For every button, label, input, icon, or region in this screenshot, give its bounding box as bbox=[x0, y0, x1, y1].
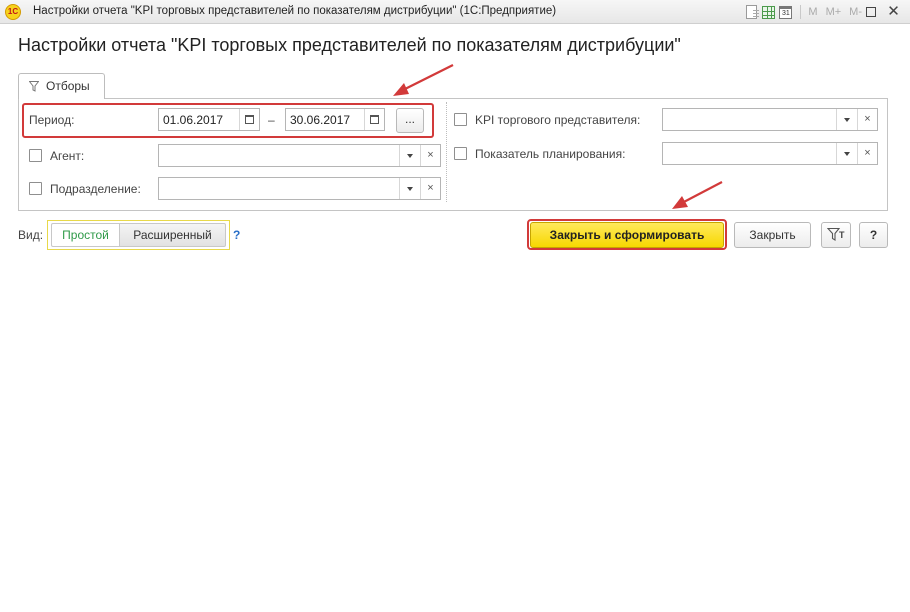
period-from-value: 01.06.2017 bbox=[163, 113, 224, 127]
view-extended-option[interactable]: Расширенный bbox=[119, 223, 226, 247]
toolbar-divider bbox=[800, 5, 802, 19]
period-to-value: 30.06.2017 bbox=[290, 113, 351, 127]
filter-icon bbox=[29, 81, 39, 92]
period-separator: – bbox=[268, 113, 275, 127]
kpi-rep-dropdown-button[interactable] bbox=[836, 109, 856, 130]
m-minus-icon[interactable]: M- bbox=[848, 4, 863, 20]
department-checkbox[interactable] bbox=[29, 182, 42, 195]
agent-clear-button[interactable]: × bbox=[420, 145, 440, 166]
window-title: Настройки отчета "KPI торговых представи… bbox=[33, 5, 557, 17]
view-label: Вид: bbox=[18, 228, 44, 242]
filters-column-divider bbox=[446, 102, 447, 202]
department-label: Подразделение: bbox=[50, 182, 141, 196]
close-and-generate-button[interactable]: Закрыть и сформировать bbox=[530, 222, 724, 248]
view-help-link[interactable]: ? bbox=[233, 228, 240, 242]
agent-label: Агент: bbox=[50, 149, 85, 163]
period-select-button[interactable]: ... bbox=[396, 108, 424, 133]
tab-filters[interactable]: Отборы bbox=[18, 73, 105, 99]
close-button[interactable]: Закрыть bbox=[734, 222, 811, 248]
tab-filters-label: Отборы bbox=[46, 79, 90, 93]
page-title: Настройки отчета "KPI торговых представи… bbox=[18, 35, 681, 55]
calendar-icon bbox=[245, 115, 254, 124]
plan-indicator-clear-button[interactable]: × bbox=[857, 143, 877, 164]
department-clear-button[interactable]: × bbox=[420, 178, 440, 199]
calendar-icon[interactable]: 31 bbox=[779, 5, 793, 19]
period-to-calendar-button[interactable] bbox=[364, 109, 384, 130]
period-from-calendar-button[interactable] bbox=[239, 109, 259, 130]
kpi-rep-clear-button[interactable]: × bbox=[857, 109, 877, 130]
plan-indicator-dropdown-button[interactable] bbox=[836, 143, 856, 164]
period-label: Период: bbox=[29, 113, 75, 127]
table-icon[interactable] bbox=[762, 5, 776, 19]
filter-settings-sub: T bbox=[839, 230, 845, 240]
m-icon[interactable]: M bbox=[807, 4, 818, 20]
filter-settings-button[interactable]: T bbox=[821, 222, 851, 248]
agent-checkbox[interactable] bbox=[29, 149, 42, 162]
calendar-icon bbox=[370, 115, 379, 124]
period-from-field[interactable]: 01.06.2017 bbox=[158, 108, 260, 131]
window-toolbar: 31 M M+ M- ✕ bbox=[743, 3, 902, 21]
m-plus-icon[interactable]: M+ bbox=[825, 4, 843, 20]
agent-field[interactable]: × bbox=[158, 144, 441, 167]
close-icon[interactable]: ✕ bbox=[885, 4, 902, 20]
department-dropdown-button[interactable] bbox=[399, 178, 419, 199]
period-to-field[interactable]: 30.06.2017 bbox=[285, 108, 385, 131]
window-titlebar: 1С Настройки отчета "KPI торговых предст… bbox=[0, 0, 910, 24]
kpi-rep-field[interactable]: × bbox=[662, 108, 878, 131]
maximize-icon[interactable] bbox=[866, 7, 876, 17]
kpi-rep-checkbox[interactable] bbox=[454, 113, 467, 126]
view-selector: Простой Расширенный bbox=[47, 220, 230, 250]
help-button[interactable]: ? bbox=[859, 222, 888, 248]
department-field[interactable]: × bbox=[158, 177, 441, 200]
plan-indicator-field[interactable]: × bbox=[662, 142, 878, 165]
app-logo-icon: 1С bbox=[5, 4, 21, 20]
plan-indicator-label: Показатель планирования: bbox=[475, 147, 626, 161]
plan-indicator-checkbox[interactable] bbox=[454, 147, 467, 160]
kpi-rep-label: KPI торгового представителя: bbox=[475, 113, 641, 127]
document-icon[interactable] bbox=[746, 5, 760, 19]
agent-dropdown-button[interactable] bbox=[399, 145, 419, 166]
view-simple-option[interactable]: Простой bbox=[51, 223, 119, 247]
